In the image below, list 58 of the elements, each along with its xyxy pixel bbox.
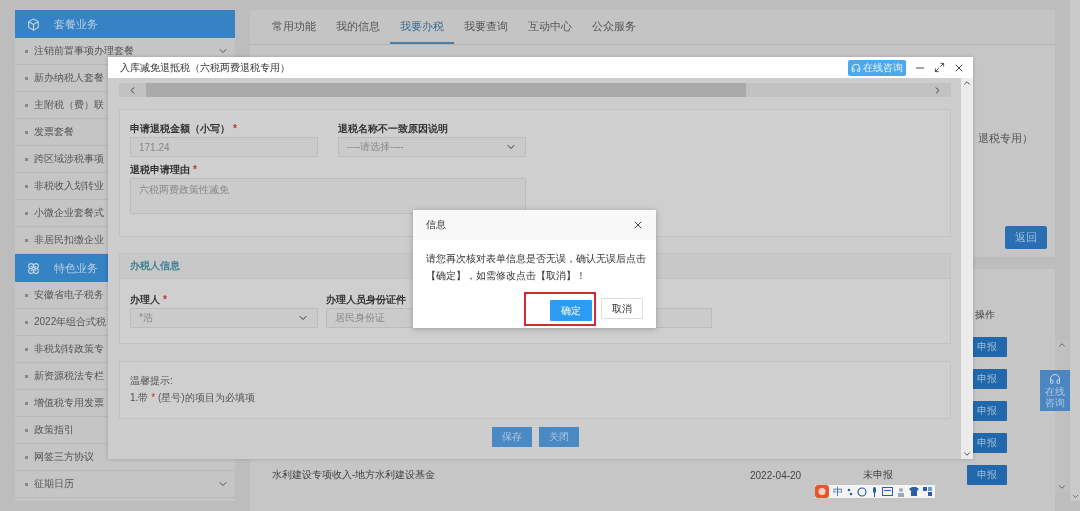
chevron-up-icon	[1056, 340, 1067, 350]
horizontal-scrollbar[interactable]	[119, 83, 951, 97]
logo-icon	[815, 485, 829, 498]
confirm-button[interactable]: 确定	[550, 300, 592, 321]
text-field[interactable]: 171.24	[130, 137, 318, 157]
table-cell: 未申报	[863, 469, 893, 480]
chevron-down-icon	[1056, 482, 1067, 492]
shirt-icon[interactable]	[909, 487, 919, 496]
keyboard-icon[interactable]	[882, 487, 893, 496]
field-label: 退税名称不一致原因说明	[338, 122, 449, 134]
expand-icon	[934, 62, 945, 73]
field-label: 申请退税金额（小写） *	[130, 122, 238, 134]
back-button[interactable]: 返回	[1005, 226, 1047, 249]
dialog-title: 信息	[426, 218, 446, 232]
page-scrollbar[interactable]	[1070, 0, 1080, 501]
declare-button[interactable]: 申报	[967, 465, 1007, 485]
tab[interactable]: 我要查询	[454, 10, 518, 44]
sidebar-section-header[interactable]: 套餐业务	[15, 10, 235, 38]
tab[interactable]: 公众服务	[582, 10, 646, 44]
tab[interactable]: 互动中心	[518, 10, 582, 44]
headset-icon	[1049, 373, 1061, 385]
form-button[interactable]: 保存	[491, 427, 532, 447]
punctuation-icon[interactable]	[847, 487, 853, 496]
close-button[interactable]	[632, 219, 644, 231]
tab[interactable]: 常用功能	[262, 10, 326, 44]
tab[interactable]: 我的信息	[326, 10, 390, 44]
select-field[interactable]: ----请选择----	[338, 137, 526, 157]
flower-icon	[27, 261, 40, 275]
chevron-down-icon	[1070, 492, 1080, 501]
chevron-down-icon	[962, 449, 972, 459]
table-cell: 2022-04-20	[750, 469, 802, 481]
headset-icon	[851, 62, 861, 73]
maximize-button[interactable]	[934, 62, 945, 73]
cancel-button[interactable]: 取消	[601, 298, 643, 319]
tips-text: 1.带 * (星号)的项目为必填项	[130, 391, 256, 405]
dialog-message: 请您再次核对表单信息是否无误，确认无误后点击【确定】，如需修改点击【取消】！	[426, 252, 647, 283]
table-cell: 水利建设专项收入-地方水利建设基金	[272, 469, 436, 480]
vertical-scrollbar[interactable]	[961, 78, 973, 459]
emoji-icon[interactable]	[857, 486, 867, 497]
field-label: 办理人 *	[130, 293, 168, 305]
select-field[interactable]: *浩	[130, 308, 318, 328]
panel-text: 退税专用）	[978, 131, 1034, 146]
cube-icon	[27, 17, 40, 31]
field-label: 退税申请理由 *	[130, 163, 198, 175]
sidebar-item[interactable]: 征期日历	[15, 471, 235, 498]
section-title: 办税人信息	[130, 259, 180, 273]
microphone-icon[interactable]	[871, 486, 878, 497]
tips-title: 温馨提示:	[130, 374, 174, 388]
support-button[interactable]: 在线咨询	[848, 59, 906, 76]
form-button[interactable]: 关闭	[538, 427, 579, 447]
grid-icon[interactable]	[923, 487, 932, 496]
support-widget[interactable]: 在线咨询	[1040, 370, 1070, 411]
chevron-up-icon	[962, 78, 972, 88]
close-icon	[632, 219, 644, 231]
input-mode[interactable]: 中	[833, 486, 843, 497]
column-header: 操作	[975, 309, 995, 320]
text-area[interactable]: 六税两费政策性减免	[130, 178, 526, 214]
field-label: 办理人员身份证件	[326, 293, 407, 305]
